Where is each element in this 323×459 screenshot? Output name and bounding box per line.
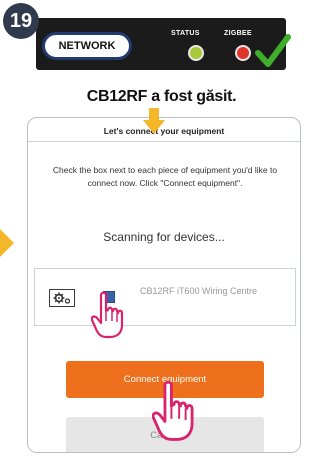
status-led-label: STATUS — [171, 30, 200, 37]
zigbee-led — [235, 45, 251, 61]
pointer-hand-icon — [91, 291, 124, 339]
gears-icon — [49, 289, 75, 307]
status-led — [188, 45, 204, 61]
scanning-status: Scanning for devices... — [103, 230, 225, 244]
device-front-panel: NETWORK STATUS ZIGBEE — [36, 18, 286, 70]
found-caption: CB12RF a fost găsit. — [86, 88, 237, 105]
pointer-hand-icon — [152, 380, 194, 441]
device-list-item[interactable]: CB12RF iT600 Wiring Centre — [34, 268, 296, 326]
title-divider — [28, 141, 300, 142]
arrow-right-icon — [0, 229, 14, 257]
arrow-down-icon — [143, 108, 165, 134]
dialog-instructions: Check the box next to each piece of equi… — [52, 165, 278, 188]
device-name: CB12RF iT600 Wiring Centre — [140, 286, 258, 296]
network-button[interactable]: NETWORK — [42, 32, 132, 60]
check-mark-icon — [255, 34, 291, 67]
step-number-badge: 19 — [3, 3, 39, 39]
zigbee-led-label: ZIGBEE — [224, 30, 252, 37]
